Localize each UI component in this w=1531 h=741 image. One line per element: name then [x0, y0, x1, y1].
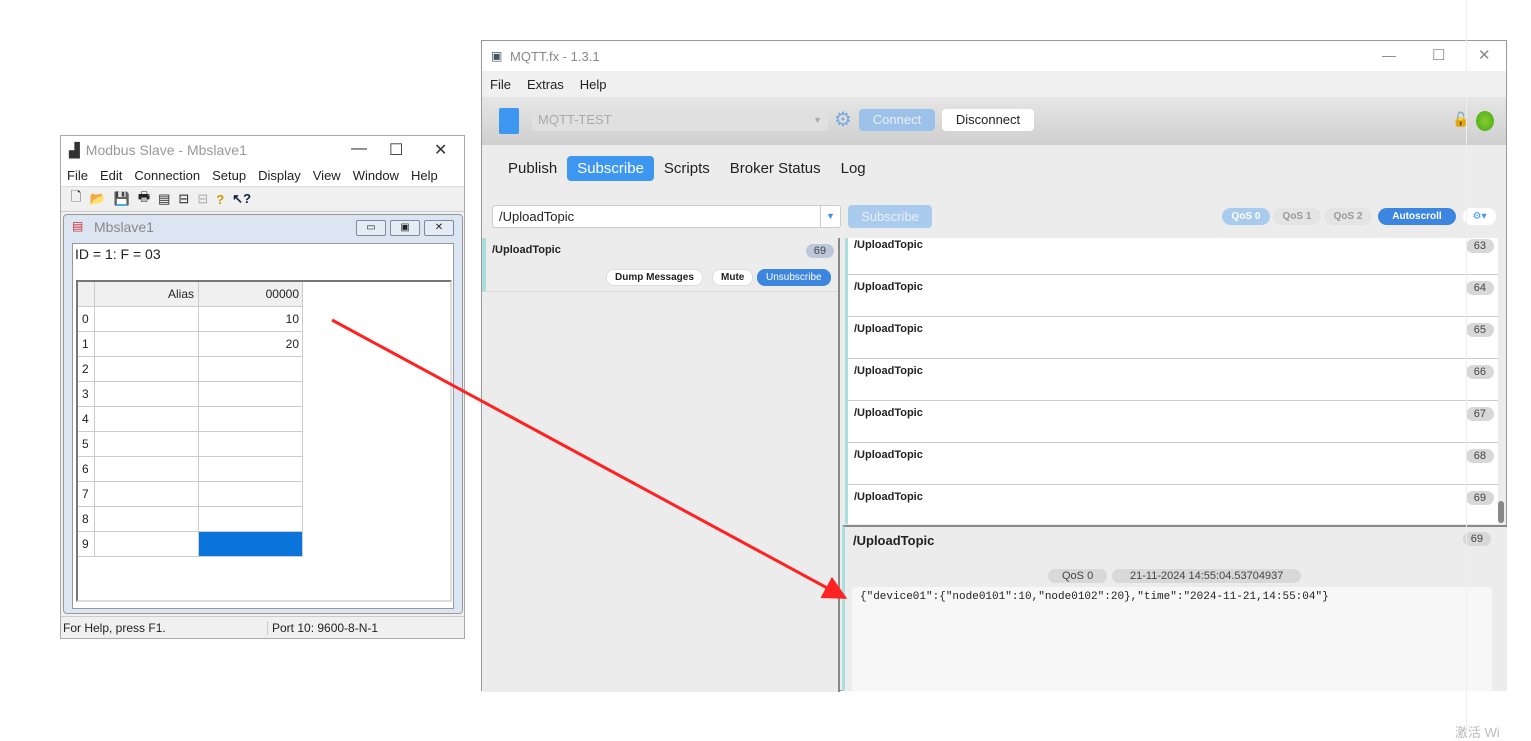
red-arrow	[331, 318, 848, 599]
annotation-arrow	[331, 318, 848, 599]
